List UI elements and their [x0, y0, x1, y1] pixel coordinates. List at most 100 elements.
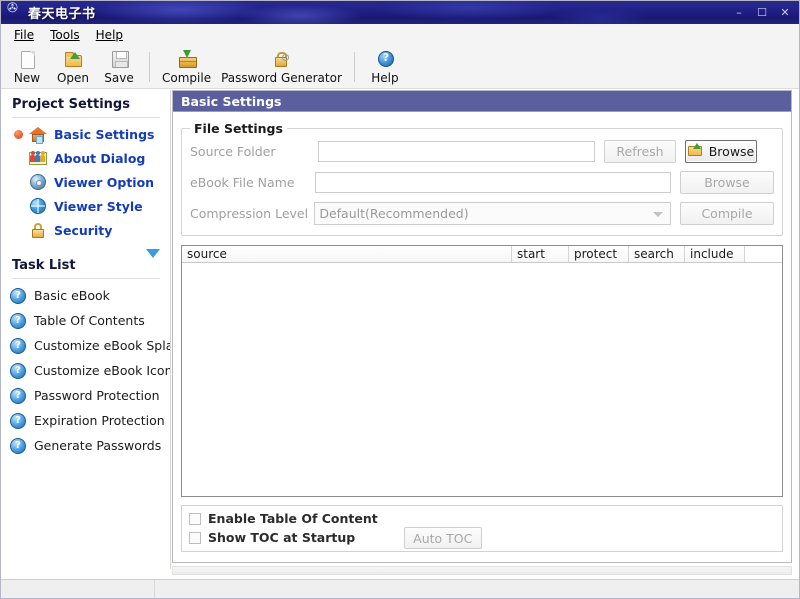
column-header-source[interactable]: source: [182, 246, 512, 262]
people-group-icon: [29, 149, 47, 167]
menu-tools-label: Tools: [50, 28, 80, 42]
column-header-include[interactable]: include: [685, 246, 745, 262]
ebook-file-name-row: eBook File Name Browse: [190, 170, 774, 194]
task-item-basic-ebook-label: Basic eBook: [34, 288, 110, 303]
task-item-password-protection-label: Password Protection: [34, 388, 160, 403]
padlock-key-icon: [270, 49, 292, 70]
sidebar-item-about-dialog[interactable]: About Dialog: [0, 146, 170, 170]
show-toc-startup-row[interactable]: Show TOC at Startup: [189, 530, 378, 545]
window-controls: – ☐ ✕: [733, 7, 800, 18]
floppy-disk-icon: [108, 49, 130, 70]
chevron-down-icon: [653, 212, 663, 217]
toolbar-button-compile[interactable]: Compile: [157, 48, 216, 85]
compile-button[interactable]: Compile: [680, 202, 774, 225]
menu-file-label: File: [14, 28, 34, 42]
globe-icon: [29, 197, 47, 215]
task-item-expiration-protection-label: Expiration Protection: [34, 413, 165, 428]
window-title: 春天电子书: [28, 3, 96, 22]
maximize-button[interactable]: ☐: [756, 7, 768, 18]
ebook-file-name-label: eBook File Name: [190, 175, 315, 190]
compression-level-row: Compression Level Default(Recommended) C…: [190, 201, 774, 225]
task-item-password-protection[interactable]: Password Protection: [0, 383, 170, 408]
horizontal-scrollbar[interactable]: [172, 566, 792, 575]
toolbar-compile-label: Compile: [162, 71, 211, 85]
toolbar-button-save[interactable]: Save: [96, 48, 142, 85]
toolbar-password-generator-label: Password Generator: [221, 71, 342, 85]
chevron-down-icon: [146, 249, 160, 273]
toolbar-button-open[interactable]: Open: [50, 48, 96, 85]
menu-file[interactable]: File: [6, 26, 42, 44]
task-item-generate-passwords-label: Generate Passwords: [34, 438, 161, 453]
main-panel: Basic Settings File Settings Source Fold…: [172, 90, 792, 563]
panel-body: File Settings Source Folder Refresh Brow…: [173, 112, 791, 552]
status-bar: [0, 579, 800, 599]
status-left-cell: [0, 580, 155, 599]
source-list-view[interactable]: source start protect search include: [181, 245, 783, 497]
source-folder-label: Source Folder: [190, 144, 318, 159]
sidebar-item-viewer-style-label: Viewer Style: [54, 199, 143, 214]
sidebar-item-viewer-option-label: Viewer Option: [54, 175, 154, 190]
help-question-icon: [10, 363, 26, 379]
task-item-basic-ebook[interactable]: Basic eBook: [0, 283, 170, 308]
task-item-table-of-contents[interactable]: Table Of Contents: [0, 308, 170, 333]
source-folder-browse-button[interactable]: Browse: [685, 140, 757, 163]
enable-toc-row[interactable]: Enable Table Of Content: [189, 511, 378, 526]
ebook-file-name-input[interactable]: [315, 172, 671, 193]
task-item-customize-ebook-splash[interactable]: Customize eBook Splash: [0, 333, 170, 358]
open-folder-icon: [688, 144, 704, 158]
bullet-placeholder: [14, 202, 23, 211]
toolbar-open-label: Open: [57, 71, 89, 85]
sidebar-item-basic-settings-label: Basic Settings: [54, 127, 154, 142]
source-folder-browse-label: Browse: [709, 144, 755, 159]
show-toc-startup-label: Show TOC at Startup: [208, 530, 355, 545]
compile-package-icon: [176, 49, 198, 70]
bullet-placeholder: [14, 226, 23, 235]
toolbar-separator-1: [149, 52, 150, 82]
auto-toc-button[interactable]: Auto TOC: [404, 527, 482, 549]
task-item-customize-ebook-icon[interactable]: Customize eBook Icon: [0, 358, 170, 383]
compression-level-select[interactable]: Default(Recommended): [314, 202, 671, 225]
task-list-title-row: Task List: [0, 251, 170, 278]
menu-tools[interactable]: Tools: [42, 26, 88, 44]
open-folder-icon: [62, 49, 84, 70]
app-icon: [6, 4, 22, 20]
sidebar-item-viewer-style[interactable]: Viewer Style: [0, 194, 170, 218]
enable-toc-checkbox[interactable]: [189, 513, 201, 525]
new-document-icon: [16, 49, 38, 70]
enable-toc-label: Enable Table Of Content: [208, 511, 378, 526]
toolbar-help-label: Help: [371, 71, 398, 85]
sidebar-item-security[interactable]: Security: [0, 218, 170, 242]
column-header-protect[interactable]: protect: [569, 246, 629, 262]
show-toc-startup-checkbox[interactable]: [189, 532, 201, 544]
menu-help-label: Help: [96, 28, 123, 42]
toolbar-button-help[interactable]: Help: [362, 48, 408, 85]
compression-level-label: Compression Level: [190, 206, 314, 221]
close-button[interactable]: ✕: [779, 7, 791, 18]
source-list-body[interactable]: [182, 263, 782, 497]
bullet-placeholder: [14, 178, 23, 187]
panel-title: Basic Settings: [181, 94, 281, 109]
sidebar-item-viewer-option[interactable]: Viewer Option: [0, 170, 170, 194]
toolbar: New Open Save Compile Password Gen: [0, 45, 800, 89]
file-settings-group: File Settings Source Folder Refresh Brow…: [181, 128, 783, 236]
refresh-button[interactable]: Refresh: [604, 140, 676, 163]
toolbar-button-new[interactable]: New: [4, 48, 50, 85]
source-folder-input[interactable]: [318, 141, 595, 162]
task-item-customize-ebook-icon-label: Customize eBook Icon: [34, 363, 171, 378]
task-item-generate-passwords[interactable]: Generate Passwords: [0, 433, 170, 458]
menu-help[interactable]: Help: [88, 26, 131, 44]
column-header-start[interactable]: start: [512, 246, 569, 262]
task-list-collapse-button[interactable]: [146, 258, 160, 273]
menu-bar: File Tools Help: [0, 24, 800, 45]
task-list-divider: [12, 278, 160, 279]
column-header-search[interactable]: search: [629, 246, 685, 262]
ebook-file-name-browse-button[interactable]: Browse: [680, 171, 774, 194]
sidebar-item-basic-settings[interactable]: Basic Settings: [0, 122, 170, 146]
toc-options-box: Enable Table Of Content Show TOC at Star…: [181, 505, 783, 552]
toolbar-button-password-generator[interactable]: Password Generator: [216, 48, 347, 85]
task-item-expiration-protection[interactable]: Expiration Protection: [0, 408, 170, 433]
toc-checkbox-column: Enable Table Of Content Show TOC at Star…: [189, 511, 378, 545]
toolbar-new-label: New: [14, 71, 40, 85]
minimize-button[interactable]: –: [733, 7, 745, 18]
help-question-icon: [10, 288, 26, 304]
